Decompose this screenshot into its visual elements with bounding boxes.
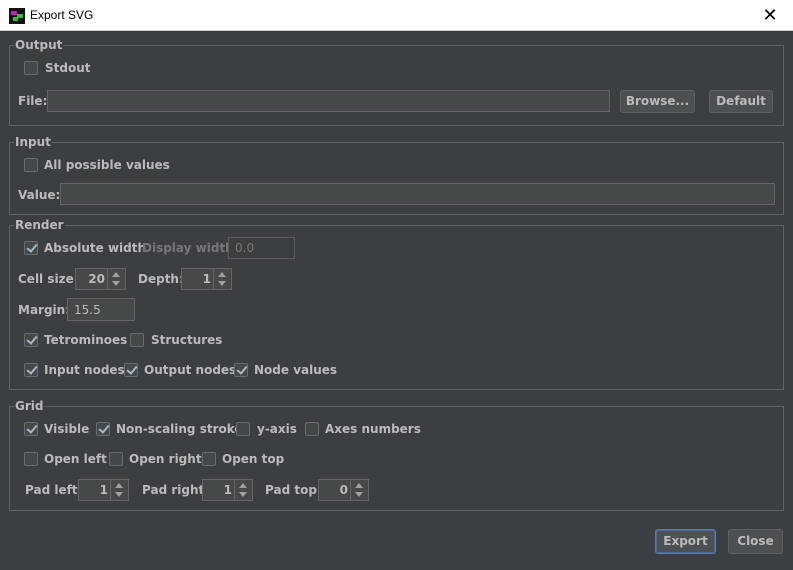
pad-right-label: Pad right: — [142, 483, 210, 497]
spinner-up-icon[interactable] — [112, 272, 120, 277]
app-icon — [9, 8, 25, 24]
close-button[interactable]: Close — [728, 529, 783, 554]
spinner-down-icon[interactable] — [239, 492, 247, 497]
axes-numbers-label: Axes numbers — [325, 422, 421, 436]
pad-top-spinner[interactable]: 0 — [318, 479, 369, 501]
all-possible-values-checkbox[interactable] — [24, 158, 38, 172]
stdout-checkbox[interactable] — [24, 61, 38, 75]
spinner-down-icon[interactable] — [355, 492, 363, 497]
cell-size-spinner[interactable]: 20 — [75, 268, 126, 290]
pad-left-value: 1 — [99, 483, 108, 497]
depth-label: Depth: — [138, 272, 184, 286]
structures-checkbox[interactable] — [130, 333, 144, 347]
input-nodes-label: Input nodes — [44, 363, 125, 377]
value-label: Value: — [18, 188, 61, 202]
margin-input[interactable] — [67, 298, 135, 321]
export-button-label: Export — [663, 534, 708, 548]
visible-label: Visible — [44, 422, 90, 436]
depth-spinner[interactable]: 1 — [181, 268, 232, 290]
output-group — [9, 45, 784, 126]
file-label: File: — [18, 94, 48, 108]
y-axis-checkbox[interactable] — [236, 422, 250, 436]
browse-button[interactable]: Browse... — [620, 90, 695, 113]
tetrominoes-label: Tetrominoes — [44, 333, 128, 347]
output-nodes-label: Output nodes — [144, 363, 237, 377]
input-nodes-checkbox[interactable] — [24, 363, 38, 377]
pad-right-value: 1 — [223, 483, 232, 497]
export-button[interactable]: Export — [655, 529, 716, 554]
cell-size-label: Cell size: — [18, 272, 79, 286]
window-close-icon[interactable]: ✕ — [747, 0, 793, 30]
close-button-label: Close — [737, 534, 774, 548]
absolute-width-label: Absolute width — [44, 241, 147, 255]
spinner-up-icon[interactable] — [239, 483, 247, 488]
pad-right-arrows[interactable] — [234, 480, 252, 500]
file-input[interactable] — [47, 90, 610, 112]
open-top-label: Open top — [222, 452, 285, 466]
y-axis-label: y-axis — [257, 422, 297, 436]
pad-top-label: Pad top: — [265, 483, 322, 497]
value-input[interactable] — [60, 183, 775, 205]
display-width-label: Display width: — [142, 241, 239, 255]
cell-size-value: 20 — [88, 272, 105, 286]
spinner-down-icon[interactable] — [115, 492, 123, 497]
depth-arrows[interactable] — [213, 269, 231, 289]
default-button-label: Default — [716, 94, 766, 108]
spinner-up-icon[interactable] — [218, 272, 226, 277]
open-left-checkbox[interactable] — [24, 452, 38, 466]
pad-top-arrows[interactable] — [350, 480, 368, 500]
title-bar: Export SVG ✕ — [0, 0, 793, 31]
cell-size-arrows[interactable] — [107, 269, 125, 289]
non-scaling-stroke-checkbox[interactable] — [96, 422, 110, 436]
spinner-up-icon[interactable] — [355, 483, 363, 488]
open-top-checkbox[interactable] — [202, 452, 216, 466]
window-title: Export SVG — [30, 8, 94, 22]
node-values-label: Node values — [254, 363, 338, 377]
stdout-label: Stdout — [45, 61, 91, 75]
display-width-input[interactable] — [228, 237, 295, 259]
render-legend: Render — [14, 218, 65, 232]
pad-left-spinner[interactable]: 1 — [78, 479, 129, 501]
output-legend: Output — [14, 38, 64, 52]
open-right-label: Open right — [129, 452, 202, 466]
pad-left-arrows[interactable] — [110, 480, 128, 500]
node-values-checkbox[interactable] — [234, 363, 248, 377]
structures-label: Structures — [151, 333, 223, 347]
pad-top-value: 0 — [339, 483, 348, 497]
open-left-label: Open left — [44, 452, 107, 466]
margin-label: Margin: — [18, 303, 71, 317]
axes-numbers-checkbox[interactable] — [305, 422, 319, 436]
non-scaling-stroke-label: Non-scaling stroke — [116, 422, 243, 436]
spinner-down-icon[interactable] — [112, 281, 120, 286]
output-nodes-checkbox[interactable] — [124, 363, 138, 377]
input-legend: Input — [14, 135, 52, 149]
depth-value: 1 — [202, 272, 211, 286]
pad-left-label: Pad left: — [25, 483, 83, 497]
default-button[interactable]: Default — [709, 90, 773, 113]
spinner-down-icon[interactable] — [218, 281, 226, 286]
all-possible-values-label: All possible values — [44, 158, 170, 172]
tetrominoes-checkbox[interactable] — [24, 333, 38, 347]
grid-legend: Grid — [14, 399, 45, 413]
spinner-up-icon[interactable] — [115, 483, 123, 488]
browse-button-label: Browse... — [625, 94, 690, 108]
visible-checkbox[interactable] — [24, 422, 38, 436]
absolute-width-checkbox[interactable] — [24, 241, 38, 255]
pad-right-spinner[interactable]: 1 — [202, 479, 253, 501]
open-right-checkbox[interactable] — [109, 452, 123, 466]
